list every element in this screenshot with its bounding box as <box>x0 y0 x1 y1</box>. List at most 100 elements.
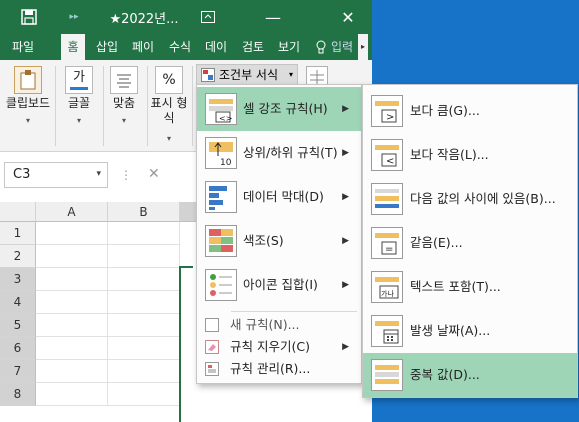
tab-formulas[interactable]: 수식 <box>169 34 197 60</box>
formula-bar-dots: ⋮ <box>120 168 132 182</box>
cell-b8[interactable] <box>108 383 180 406</box>
cell-b2[interactable] <box>108 245 180 268</box>
submenu-item-label: 같음(E)... <box>410 235 463 250</box>
cell-b4[interactable] <box>108 291 180 314</box>
submenu-item-duplicate-values[interactable]: 중복 값(D)... <box>363 353 577 397</box>
number-format-group[interactable]: % 표시 형 식 ▾ <box>148 60 190 152</box>
top-bottom-icon: 10 <box>205 137 237 169</box>
submenu-item-text-contains[interactable]: 가나 텍스트 포함(T)... <box>363 265 577 309</box>
cell-a5[interactable] <box>36 314 108 337</box>
menu-item-clear-rules[interactable]: 규칙 지우기(C) ▶ <box>197 336 361 358</box>
tab-insert[interactable]: 삽입 <box>96 34 124 60</box>
between-icon <box>371 183 403 215</box>
select-all-corner[interactable] <box>0 202 36 222</box>
save-icon[interactable] <box>14 0 44 34</box>
submenu-item-label: 텍스트 포함(T)... <box>410 279 501 294</box>
menu-item-color-scales[interactable]: 색조(S) ▶ <box>197 219 361 263</box>
cell-a1[interactable] <box>36 222 108 245</box>
submenu-item-between[interactable]: 다음 값의 사이에 있음(B)... <box>363 177 577 221</box>
close-button[interactable]: ✕ <box>333 0 363 34</box>
top10-glyph: 10 <box>220 158 232 168</box>
submenu-item-greater-than[interactable]: > 보다 큼(G)... <box>363 89 577 133</box>
menu-item-manage-rules[interactable]: 규칙 관리(R)... <box>197 358 361 380</box>
divider <box>55 66 56 146</box>
menu-item-data-bars[interactable]: 데이터 막대(D) ▶ <box>197 175 361 219</box>
name-box[interactable]: C3 ▾ <box>4 162 108 188</box>
row-header-8[interactable]: 8 <box>0 383 36 406</box>
cell-a8[interactable] <box>36 383 108 406</box>
svg-text:<>: <> <box>219 114 232 123</box>
tab-data[interactable]: 데이 <box>205 34 235 60</box>
row-header-1[interactable]: 1 <box>0 222 36 245</box>
cell-b7[interactable] <box>108 360 180 383</box>
menu-separator <box>231 311 357 312</box>
equal-to-icon: = <box>371 227 403 259</box>
alignment-group[interactable]: 맞춤 ▾ <box>104 60 144 152</box>
font-icon: 가 <box>65 66 93 94</box>
menu-item-icon-sets[interactable]: 아이콘 집합(I) ▶ <box>197 263 361 307</box>
lightbulb-icon[interactable] <box>316 34 328 60</box>
number-format-label-line2: 식 <box>163 111 175 125</box>
manage-rules-icon <box>205 362 219 376</box>
submenu-item-label: 중복 값(D)... <box>410 367 480 382</box>
column-header-a[interactable]: A <box>36 202 108 222</box>
chevron-down-icon: ▾ <box>288 70 293 79</box>
chevron-down-icon: ▾ <box>76 116 81 125</box>
title-bar: ▸▸ ★2022년... — ✕ <box>0 0 372 34</box>
cell-b5[interactable] <box>108 314 180 337</box>
chevron-down-icon: ▾ <box>121 116 126 125</box>
tab-home[interactable]: 홈 <box>61 34 85 60</box>
minimize-button[interactable]: — <box>258 0 288 34</box>
cell-b6[interactable] <box>108 337 180 360</box>
chevron-down-icon[interactable]: ▾ <box>96 169 101 179</box>
conditional-formatting-icon <box>201 68 215 82</box>
quick-access-more-icon[interactable]: ▸▸ <box>62 0 86 34</box>
row-header-7[interactable]: 7 <box>0 360 36 383</box>
cell-a3[interactable] <box>36 268 108 291</box>
row-header-5[interactable]: 5 <box>0 314 36 337</box>
cell-b1[interactable] <box>108 222 180 245</box>
align-label: 맞춤 <box>112 96 136 110</box>
cancel-icon[interactable]: ✕ <box>148 166 160 182</box>
clipboard-group[interactable]: 클립보드 ▾ <box>4 60 52 152</box>
font-group[interactable]: 가 글꼴 ▾ <box>58 60 100 152</box>
chevron-right-icon: ▶ <box>342 236 349 246</box>
submenu-item-label: 발생 날짜(A)... <box>410 323 491 338</box>
tell-me-input[interactable]: 입력 <box>331 34 357 60</box>
conditional-formatting-label: 조건부 서식 <box>219 68 279 82</box>
row-header-2[interactable]: 2 <box>0 245 36 268</box>
tab-page-layout[interactable]: 페이 <box>132 34 162 60</box>
cell-a4[interactable] <box>36 291 108 314</box>
calendar-icon <box>371 315 403 347</box>
menu-item-label: 새 규칙(N)... <box>230 317 300 332</box>
row-header-4[interactable]: 4 <box>0 291 36 314</box>
menu-item-top-bottom[interactable]: 10 상위/하위 규칙(T) ▶ <box>197 131 361 175</box>
menu-item-new-rule[interactable]: 새 규칙(N)... <box>197 314 361 336</box>
ribbon-tabs: 파일 홈 삽입 페이 수식 데이 검토 보기 입력 ▸ <box>0 34 372 60</box>
column-header-b[interactable]: B <box>108 202 180 222</box>
icon-sets-icon <box>205 269 237 301</box>
tab-review[interactable]: 검토 <box>242 34 270 60</box>
menu-item-highlight-cells[interactable]: <> 셀 강조 규칙(H) ▶ <box>197 87 361 131</box>
submenu-item-less-than[interactable]: < 보다 작음(L)... <box>363 133 577 177</box>
conditional-formatting-menu: <> 셀 강조 규칙(H) ▶ 10 상위/하위 규칙(T) ▶ 데이터 막대(… <box>196 84 362 384</box>
color-scales-icon <box>205 225 237 257</box>
cell-b3[interactable] <box>108 268 180 291</box>
highlight-cells-submenu: > 보다 큼(G)... < 보다 작음(L)... 다음 값의 사이에 있음(… <box>362 84 578 398</box>
menu-item-label: 규칙 지우기(C) <box>230 339 310 354</box>
chevron-right-icon: ▶ <box>342 104 349 114</box>
row-header-3[interactable]: 3 <box>0 268 36 291</box>
greater-than-icon: > <box>371 95 403 127</box>
submenu-item-equal-to[interactable]: = 같음(E)... <box>363 221 577 265</box>
ribbon-display-icon[interactable] <box>195 0 221 34</box>
row-header-6[interactable]: 6 <box>0 337 36 360</box>
cell-a2[interactable] <box>36 245 108 268</box>
tab-file[interactable]: 파일 <box>6 34 40 60</box>
conditional-formatting-button[interactable]: 조건부 서식 ▾ <box>196 64 298 86</box>
tabs-scroll-right-icon[interactable]: ▸ <box>358 34 368 60</box>
submenu-item-date-occurring[interactable]: 발생 날짜(A)... <box>363 309 577 353</box>
tab-view[interactable]: 보기 <box>278 34 306 60</box>
svg-text:=: = <box>385 244 393 255</box>
cell-a7[interactable] <box>36 360 108 383</box>
cell-a6[interactable] <box>36 337 108 360</box>
